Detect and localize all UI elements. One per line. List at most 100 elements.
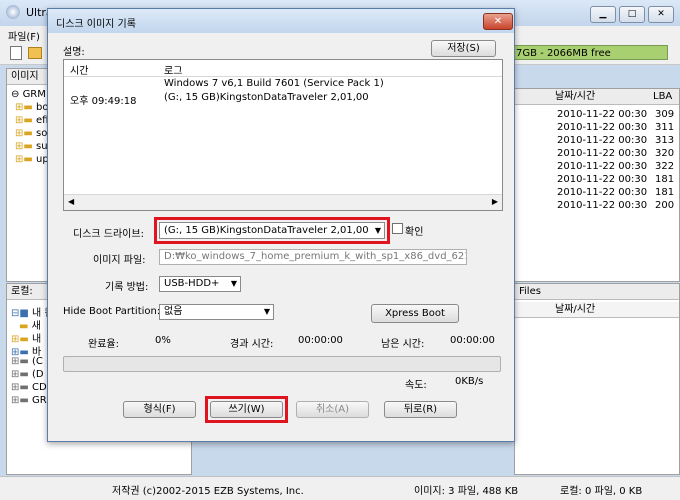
dialog-titlebar: 디스크 이미지 기록 ✕ [48,9,514,33]
list-date: 2010-11-22 00:30 [557,187,648,198]
list-date: 2010-11-22 00:30 [557,161,648,172]
status-bar: 저작권 (c)2002-2015 EZB Systems, Inc. 이미지: … [0,476,680,500]
list-date: 2010-11-22 00:30 [557,174,648,185]
write-method-value: USB-HDD+ [164,278,220,289]
list-lba: 181 [655,174,675,185]
chevron-down-icon: ▼ [263,307,270,316]
tree-item[interactable]: ⊞▬ (D [11,369,44,380]
hide-boot-value: 없음 [164,306,183,317]
elapsed-label: 경과 시간: [230,339,274,350]
hide-boot-select[interactable]: 없음 ▼ [159,304,274,320]
list-lba: 313 [655,135,675,146]
files-title: Files [515,284,679,300]
log-text: Windows 7 v6,1 Build 7601 (Service Pack … [164,78,384,89]
log-header: 시간 로그 [64,60,502,77]
tree-item[interactable]: ⊞▬ up [15,154,49,165]
verify-label: 확인 [405,227,424,238]
tree-item[interactable]: ⊞▬ efi [15,115,48,126]
speed-value: 0KB/s [455,376,484,387]
write-disk-image-dialog: 디스크 이미지 기록 ✕ 설명: 저장(S) 시간 로그 Windows 7 v… [47,8,515,442]
tree-item[interactable]: ⊞▬ su [15,141,48,152]
cancel-button[interactable]: 취소(A) [296,401,369,418]
remaining-value: 00:00:00 [450,335,495,346]
drive-icon: ⊞▬ [11,369,33,380]
folder-icon: ⊞▬ [15,102,37,113]
copyright-text: 저작권 (c)2002-2015 EZB Systems, Inc. [112,486,304,497]
back-button[interactable]: 뒤로(R) [384,401,457,418]
folder-icon: ⊞▬ [15,128,37,139]
list-date: 2010-11-22 00:30 [557,200,648,211]
drive-icon: ⊞▬ [11,356,33,367]
chevron-down-icon: ▼ [230,279,237,288]
list-lba: 320 [655,148,675,159]
image-file-label: 이미지 파일: [93,255,146,266]
tree-item[interactable]: ⊞▬ (C [11,356,43,367]
header-date[interactable]: 날짜/시간 [555,89,595,105]
local-list-header: 날짜/시간 [515,302,679,318]
list-date: 2010-11-22 00:30 [557,135,648,146]
new-file-icon[interactable] [10,46,22,60]
disk-drive-label: 디스크 드라이브: [73,229,144,240]
close-window-button[interactable]: ✕ [648,6,674,23]
log-col-time[interactable]: 시간 [70,62,88,77]
log-text: (G:, 15 GB)KingstonDataTraveler 2,01,00 [164,92,369,103]
drive-usage-bar: 7GB - 2066MB free [512,45,668,60]
speed-label: 속도: [405,380,427,391]
xpress-boot-button[interactable]: Xpress Boot [371,304,459,323]
app-logo-icon [6,5,20,19]
log-horizontal-scrollbar[interactable]: ◀ ▶ [64,194,502,210]
list-lba: 322 [655,161,675,172]
log-col-log[interactable]: 로그 [164,62,182,77]
tree-item-root[interactable]: ⊖ GRM [11,89,46,100]
local-info-text: 로컬: 0 파일, 0 KB [560,486,643,497]
folder-icon: ⊞▬ [15,154,37,165]
tree-item[interactable]: ⊞▬ CD [11,382,47,393]
scroll-left-icon[interactable]: ◀ [68,197,74,206]
image-info-text: 이미지: 3 파일, 488 KB [414,486,519,497]
dialog-title: 디스크 이미지 기록 [56,19,136,30]
tree-item[interactable]: ⊞▬ so [15,128,47,139]
list-header: 날짜/시간 LBA [515,89,679,105]
maximize-button[interactable]: □ [619,6,645,23]
hide-boot-label: Hide Boot Partition: [63,306,161,317]
done-label: 완료율: [88,339,119,350]
log-time: 오후 09:49:18 [70,96,137,107]
menu-file[interactable]: 파일(F) [8,28,40,43]
folder-icon: ⊞▬ [15,115,37,126]
minimize-button[interactable]: ▁ [590,6,616,23]
local-file-list: Files 날짜/시간 [514,283,680,475]
log-list[interactable]: 시간 로그 Windows 7 v6,1 Build 7601 (Service… [63,59,503,211]
format-button[interactable]: 형식(F) [123,401,196,418]
elapsed-value: 00:00:00 [298,335,343,346]
list-lba: 200 [655,200,675,211]
cd-drive-icon: ⊞▬ [11,382,33,393]
save-button[interactable]: 저장(S) [431,40,496,57]
verify-checkbox[interactable] [392,223,403,234]
image-file-field[interactable]: D:₩ko_windows_7_home_premium_k_with_sp1_… [159,249,467,265]
open-folder-icon[interactable] [28,47,42,59]
header-lba[interactable]: LBA [653,89,672,105]
list-date: 2010-11-22 00:30 [557,109,648,120]
tree-item[interactable]: ⊞▬ GR [11,395,47,406]
list-lba: 309 [655,109,675,120]
image-file-value: D:₩ko_windows_7_home_premium_k_with_sp1_… [164,251,467,262]
folder-icon: ⊞▬ [15,141,37,152]
description-label: 설명: [63,47,85,58]
tree-item[interactable]: ⊞▬ bo [15,102,48,113]
list-lba: 311 [655,122,675,133]
image-file-list: 날짜/시간 LBA 2010-11-22 00:30 309 2010-11-2… [514,88,680,282]
scroll-right-icon[interactable]: ▶ [492,197,498,206]
dialog-close-button[interactable]: ✕ [483,13,513,30]
disc-icon: ⊖ [11,89,23,100]
header-date[interactable]: 날짜/시간 [555,302,595,318]
list-lba: 181 [655,187,675,198]
remaining-label: 남은 시간: [381,339,425,350]
write-progress-bar [63,356,501,372]
list-date: 2010-11-22 00:30 [557,148,648,159]
usb-drive-icon: ⊞▬ [11,395,33,406]
done-value: 0% [155,335,171,346]
highlight-box-write [205,396,288,423]
highlight-box-drive [154,217,390,244]
write-method-select[interactable]: USB-HDD+ ▼ [159,276,241,292]
write-method-label: 기록 방법: [105,282,149,293]
